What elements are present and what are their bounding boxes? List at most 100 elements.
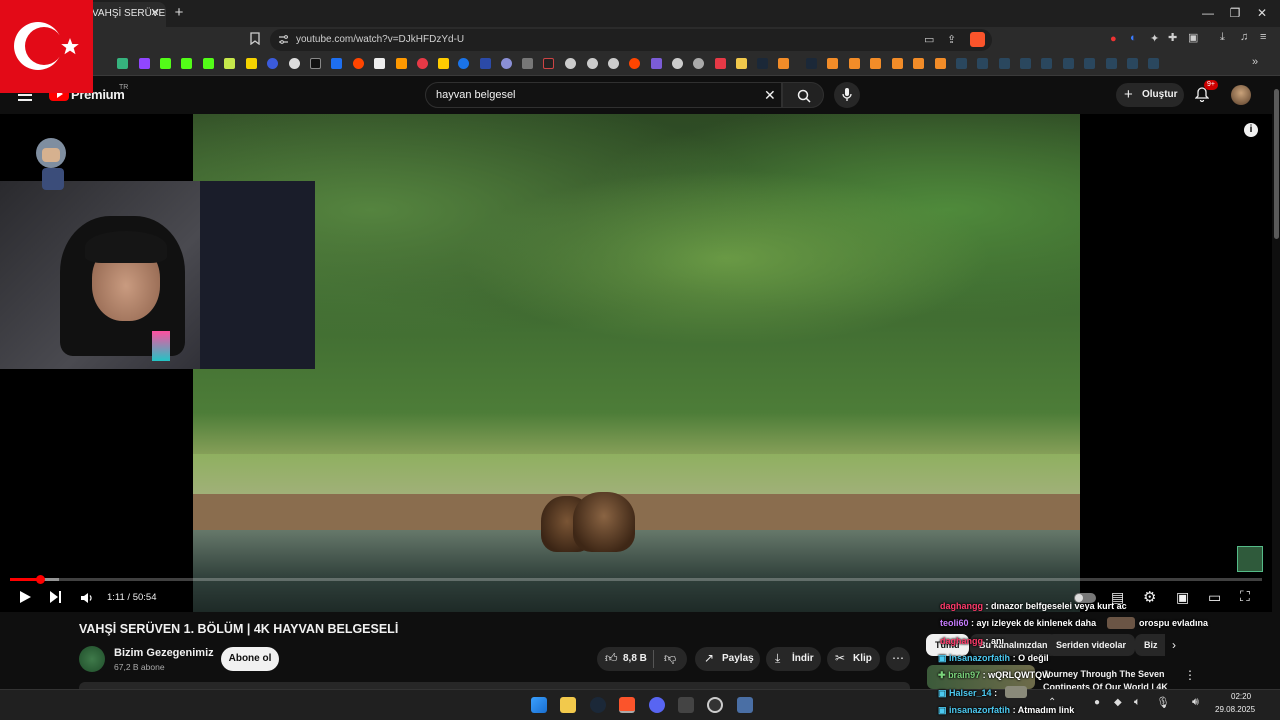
share-page-icon[interactable]: ⇪ bbox=[947, 33, 956, 46]
bookmark-item[interactable] bbox=[181, 58, 192, 69]
bookmark-item[interactable] bbox=[806, 58, 817, 69]
discord-icon[interactable] bbox=[649, 697, 665, 713]
bookmark-item[interactable] bbox=[480, 58, 491, 69]
settings-gear-icon[interactable]: ⚙ bbox=[1143, 588, 1156, 606]
app-icon[interactable] bbox=[678, 697, 694, 713]
theater-mode-icon[interactable]: ▭ bbox=[1208, 589, 1221, 606]
bookmark-item[interactable] bbox=[374, 58, 385, 69]
channel-avatar[interactable] bbox=[79, 646, 105, 672]
recommended-video-title-line1[interactable]: Journey Through The Seven bbox=[1043, 669, 1165, 679]
bookmark-item[interactable] bbox=[672, 58, 683, 69]
bookmark-item[interactable] bbox=[587, 58, 598, 69]
bookmark-item[interactable] bbox=[501, 58, 512, 69]
folder-icon[interactable] bbox=[736, 58, 747, 69]
bookmark-item[interactable] bbox=[935, 58, 946, 69]
bookmark-item[interactable] bbox=[827, 58, 838, 69]
minimize-button[interactable]: — bbox=[1196, 4, 1220, 22]
sidebar-icon[interactable]: ▣ bbox=[1188, 31, 1198, 44]
video-player[interactable]: i 1:11 / 50:54 ▤ ⚙ ▣ ▭ ⛶ bbox=[0, 114, 1272, 612]
bookmark-item[interactable] bbox=[543, 58, 554, 69]
bookmark-item[interactable] bbox=[117, 58, 128, 69]
bookmark-item[interactable] bbox=[1020, 58, 1031, 69]
clock-time[interactable]: 02:20 bbox=[1231, 692, 1251, 701]
create-button[interactable]: + Oluştur bbox=[1116, 83, 1184, 107]
bookmark-item[interactable] bbox=[203, 58, 214, 69]
bookmark-item[interactable] bbox=[651, 58, 662, 69]
video-frame[interactable] bbox=[193, 114, 1080, 612]
bookmark-item[interactable] bbox=[757, 58, 768, 69]
next-button[interactable] bbox=[49, 590, 63, 609]
bookmark-item[interactable] bbox=[1148, 58, 1159, 69]
bookmark-item[interactable] bbox=[224, 58, 235, 69]
bookmark-item[interactable] bbox=[1063, 58, 1074, 69]
extension-icon[interactable]: ◐ bbox=[1130, 32, 1137, 44]
miniplayer-icon[interactable]: ▣ bbox=[1176, 589, 1189, 606]
extension-icon[interactable]: ✦ bbox=[1150, 32, 1159, 45]
tray-icon[interactable]: ◆ bbox=[1114, 697, 1122, 708]
maximize-button[interactable]: ❐ bbox=[1223, 4, 1247, 22]
bookmark-item[interactable] bbox=[999, 58, 1010, 69]
progress-bar[interactable] bbox=[10, 575, 1262, 584]
windows-start-icon[interactable] bbox=[531, 697, 547, 713]
bookmark-item[interactable] bbox=[870, 58, 881, 69]
bookmark-item[interactable] bbox=[913, 58, 924, 69]
avatar[interactable] bbox=[1231, 85, 1251, 105]
brave-browser-icon[interactable] bbox=[619, 697, 635, 713]
download-icon[interactable]: ⤓ bbox=[1220, 31, 1225, 44]
app-icon[interactable] bbox=[737, 697, 753, 713]
extensions-puzzle-icon[interactable]: ✚ bbox=[1168, 31, 1177, 44]
bookmark-item[interactable] bbox=[438, 58, 449, 69]
search-input[interactable] bbox=[436, 83, 756, 107]
info-icon[interactable]: i bbox=[1244, 123, 1258, 137]
search-button[interactable] bbox=[782, 82, 824, 108]
bookmarks-overflow-icon[interactable]: » bbox=[1252, 56, 1258, 68]
clock-date[interactable]: 29.08.2025 bbox=[1215, 705, 1255, 714]
menu-icon[interactable]: ≡ bbox=[1260, 31, 1266, 43]
channel-name[interactable]: Bizim Gezegenimiz bbox=[114, 647, 214, 659]
bookmark-item[interactable] bbox=[289, 58, 300, 69]
bookmark-item[interactable] bbox=[629, 58, 640, 69]
bookmark-item[interactable] bbox=[1106, 58, 1117, 69]
ublock-icon[interactable]: ● bbox=[1110, 33, 1117, 45]
description-box[interactable] bbox=[79, 682, 910, 689]
steam-icon[interactable] bbox=[590, 697, 606, 713]
bookmark-item[interactable] bbox=[310, 58, 321, 69]
search-box[interactable]: ✕ bbox=[425, 82, 782, 108]
media-icon[interactable]: ♫ bbox=[1240, 31, 1248, 43]
download-button[interactable]: ⤓ İndir bbox=[766, 647, 821, 671]
bookmark-item[interactable] bbox=[693, 58, 704, 69]
like-count[interactable]: 8,8 B bbox=[623, 653, 647, 664]
bookmark-item[interactable] bbox=[1041, 58, 1052, 69]
obs-icon[interactable] bbox=[707, 697, 723, 713]
tab-close-icon[interactable]: ✕ bbox=[148, 6, 162, 20]
share-button[interactable]: ↗ Paylaş bbox=[695, 647, 760, 671]
chip-series[interactable]: Seriden videolar bbox=[1047, 634, 1136, 656]
play-button[interactable] bbox=[18, 590, 32, 609]
close-window-button[interactable]: ✕ bbox=[1250, 4, 1274, 22]
bookmark-item[interactable] bbox=[331, 58, 342, 69]
bookmark-item[interactable] bbox=[565, 58, 576, 69]
bookmark-item[interactable] bbox=[267, 58, 278, 69]
like-icon[interactable]: 👍︎ bbox=[605, 651, 618, 666]
clip-button[interactable]: ✂ Klip bbox=[827, 647, 880, 671]
speaker-icon[interactable]: 🔈︎ bbox=[1134, 696, 1141, 709]
bookmark-item[interactable] bbox=[778, 58, 789, 69]
bookmark-item[interactable] bbox=[849, 58, 860, 69]
file-explorer-icon[interactable] bbox=[560, 697, 576, 713]
cast-icon[interactable]: ▭ bbox=[924, 33, 934, 46]
bookmark-item[interactable] bbox=[353, 58, 364, 69]
bookmark-item[interactable] bbox=[1127, 58, 1138, 69]
bookmark-item[interactable] bbox=[608, 58, 619, 69]
bookmark-item[interactable] bbox=[715, 58, 726, 69]
volume-button[interactable] bbox=[80, 591, 93, 609]
chip-more[interactable]: Biz bbox=[1135, 634, 1165, 656]
new-tab-button[interactable]: + bbox=[170, 4, 188, 22]
voice-search-button[interactable] bbox=[834, 82, 860, 108]
bookmark-item[interactable] bbox=[956, 58, 967, 69]
microphone-tray-icon[interactable]: 🎙︎ bbox=[1156, 696, 1170, 709]
bookmark-icon[interactable] bbox=[249, 32, 261, 48]
bookmark-item[interactable] bbox=[977, 58, 988, 69]
bookmark-item[interactable] bbox=[458, 58, 469, 69]
scrubber-handle[interactable] bbox=[36, 575, 46, 584]
address-bar[interactable]: youtube.com/watch?v=DJkHFDzYd-U ▭ ⇪ bbox=[270, 29, 992, 51]
